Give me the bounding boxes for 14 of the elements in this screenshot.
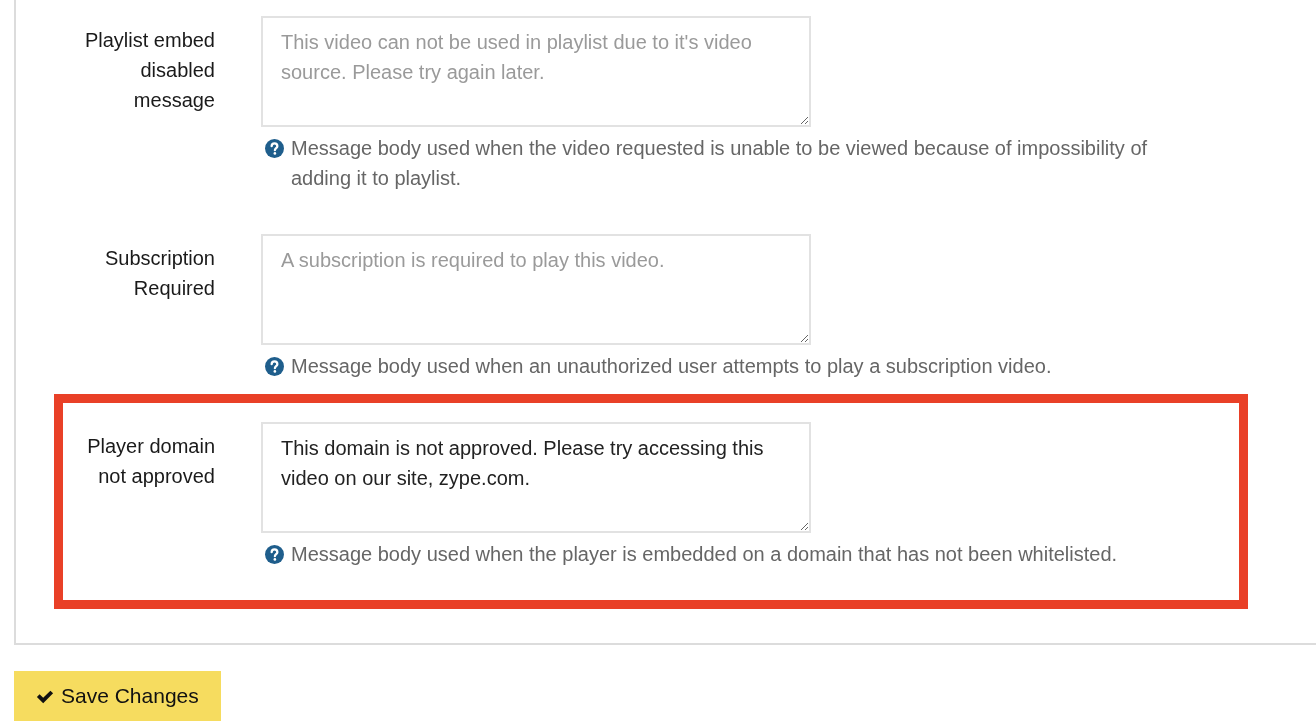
save-button[interactable]: Save Changes: [14, 671, 221, 721]
help-icon: [265, 545, 284, 564]
help-text: Message body used when the player is embedded on a domain that has not been whitelisted.: [291, 542, 1118, 567]
field-label: Subscription Required: [103, 246, 215, 301]
field-label: Player domain not approved: [86, 434, 215, 489]
field-label: Playlist embed disabled message: [83, 28, 215, 113]
help-text: Message body used when the video requested is unable to be viewed because of impossibility of adding it to playlist.: [291, 136, 1149, 191]
help-text: Message body used when an unauthorized user attempts to play a subscription video.: [291, 354, 1052, 379]
checkmark-icon: [36, 688, 54, 704]
help-icon: [265, 139, 284, 158]
message-field[interactable]: This domain is not approved. Please try accessing this video on our site, zype.com.: [261, 422, 811, 533]
message-field[interactable]: This video can not be used in playlist due to it's video source. Please try again later.: [261, 16, 811, 127]
message-field[interactable]: A subscription is required to play this video.: [261, 234, 811, 345]
help-icon: [265, 357, 284, 376]
